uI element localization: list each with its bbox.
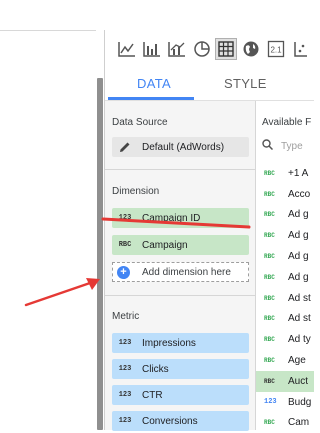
chart-type-toolbar: 2.1 [105, 34, 312, 64]
list-item-highlighted[interactable]: RBC Auct [256, 370, 314, 392]
text-type-icon: RBC [264, 294, 275, 302]
text-type-icon: RBC [264, 315, 275, 323]
number-type-icon: 123 [118, 365, 132, 373]
pie-chart-icon[interactable] [190, 38, 213, 61]
field-name: Ad g [288, 271, 309, 283]
table-chart-icon[interactable] [215, 38, 237, 60]
list-item[interactable]: RBC Acco [256, 184, 314, 205]
metric-field-name: Clicks [142, 363, 169, 375]
field-name: Acco [288, 188, 311, 200]
field-name: Cam [288, 417, 310, 429]
metric-field-name: CTR [142, 389, 163, 401]
available-fields-title: Available F [262, 117, 312, 128]
number-type-icon: 123 [118, 339, 132, 347]
field-name: Budg [288, 396, 312, 408]
section-divider [105, 295, 255, 296]
top-bar [0, 0, 313, 31]
text-type-icon: RBC [264, 273, 275, 281]
data-source-field[interactable]: Default (AdWords) [112, 137, 249, 157]
list-item[interactable]: RBC Ad st [256, 288, 314, 309]
scorecard-icon[interactable]: 2.1 [264, 38, 287, 61]
geo-map-icon[interactable] [239, 38, 262, 61]
data-source-title: Data Source [112, 117, 168, 128]
scatter-chart-icon[interactable] [289, 38, 312, 61]
list-item[interactable]: RBC Ad g [256, 225, 314, 246]
text-type-icon: RBC [264, 211, 275, 219]
field-name: Auct [288, 375, 309, 387]
list-item[interactable]: RBC Age [256, 350, 314, 371]
scrollbar[interactable] [97, 78, 103, 430]
dimension-field-name: Campaign ID [142, 212, 201, 224]
add-dimension-label: Add dimension here [142, 266, 231, 278]
add-dimension-dropzone[interactable]: + Add dimension here [112, 262, 249, 282]
list-item[interactable]: RBC Ad g [256, 246, 314, 267]
text-type-icon: RBC [264, 169, 275, 177]
field-name: Age [288, 355, 306, 367]
data-source-name: Default (AdWords) [142, 141, 225, 153]
field-name: Ad g [288, 251, 309, 263]
field-name: Ad st [288, 313, 311, 325]
svg-text:2.1: 2.1 [270, 46, 282, 55]
active-tab-indicator [108, 97, 194, 100]
combo-chart-icon[interactable] [165, 38, 188, 61]
search-input[interactable]: Type [281, 141, 303, 152]
number-type-icon: 123 [118, 417, 132, 425]
text-type-icon: RBC [264, 419, 275, 427]
number-type-icon: 123 [264, 398, 277, 407]
number-type-icon: 123 [118, 214, 132, 222]
list-item[interactable]: RBC Ad st [256, 309, 314, 330]
dimension-field-campaign-id[interactable]: 123 Campaign ID [112, 208, 249, 228]
field-name: Ad ty [288, 334, 311, 346]
list-item[interactable]: RBC Ad ty [256, 329, 314, 350]
dimension-field-campaign[interactable]: RBC Campaign [112, 235, 249, 255]
available-fields-column: Available F Type RBC +1 A RBC Acco RBC Ad g… [256, 101, 314, 430]
metric-field-clicks[interactable]: 123 Clicks [112, 359, 249, 379]
field-name: Ad g [288, 209, 309, 221]
text-type-icon: RBC [264, 253, 275, 261]
bar-chart-icon[interactable] [140, 38, 163, 61]
field-search[interactable]: Type [262, 139, 303, 153]
metric-field-impressions[interactable]: 123 Impressions [112, 333, 249, 353]
line-chart-icon[interactable] [115, 38, 138, 61]
text-type-icon: RBC [118, 241, 132, 249]
text-type-icon: RBC [264, 357, 275, 365]
data-config-column: Data Source Default (AdWords) Dimension … [105, 101, 256, 431]
section-divider [105, 169, 255, 170]
dimension-title: Dimension [112, 186, 160, 197]
text-type-icon: RBC [264, 377, 275, 385]
field-name: Ad g [288, 230, 309, 242]
panel-tabs: DATA STYLE [105, 68, 314, 101]
metric-field-name: Impressions [142, 337, 196, 349]
list-item[interactable]: RBC +1 A [256, 163, 314, 184]
text-type-icon: RBC [264, 232, 275, 240]
dimension-field-name: Campaign [142, 239, 188, 251]
plus-icon: + [117, 265, 130, 279]
field-name: Ad st [288, 292, 311, 304]
field-name: +1 A [288, 167, 309, 179]
metric-title: Metric [112, 311, 140, 322]
list-item[interactable]: RBC Ad g [256, 267, 314, 288]
text-type-icon: RBC [264, 336, 275, 344]
number-type-icon: 123 [118, 391, 132, 399]
metric-field-ctr[interactable]: 123 CTR [112, 385, 249, 405]
text-type-icon: RBC [264, 190, 275, 198]
red-arrow-annotation [24, 281, 92, 307]
tab-data[interactable]: DATA [137, 76, 171, 91]
tab-style[interactable]: STYLE [224, 76, 267, 91]
search-icon [262, 139, 274, 153]
metric-field-name: Conversions [142, 415, 198, 427]
list-item[interactable]: 123 Budg [256, 392, 314, 413]
pencil-icon[interactable] [112, 141, 138, 153]
metric-field-conversions[interactable]: 123 Conversions [112, 411, 249, 431]
properties-panel: 2.1 DATA STYLE Data Source Default (AdWo… [104, 30, 314, 431]
list-item[interactable]: RBC Ad g [256, 205, 314, 226]
available-fields-list: RBC +1 A RBC Acco RBC Ad g RBC Ad g RBC Ad g … [256, 163, 314, 433]
